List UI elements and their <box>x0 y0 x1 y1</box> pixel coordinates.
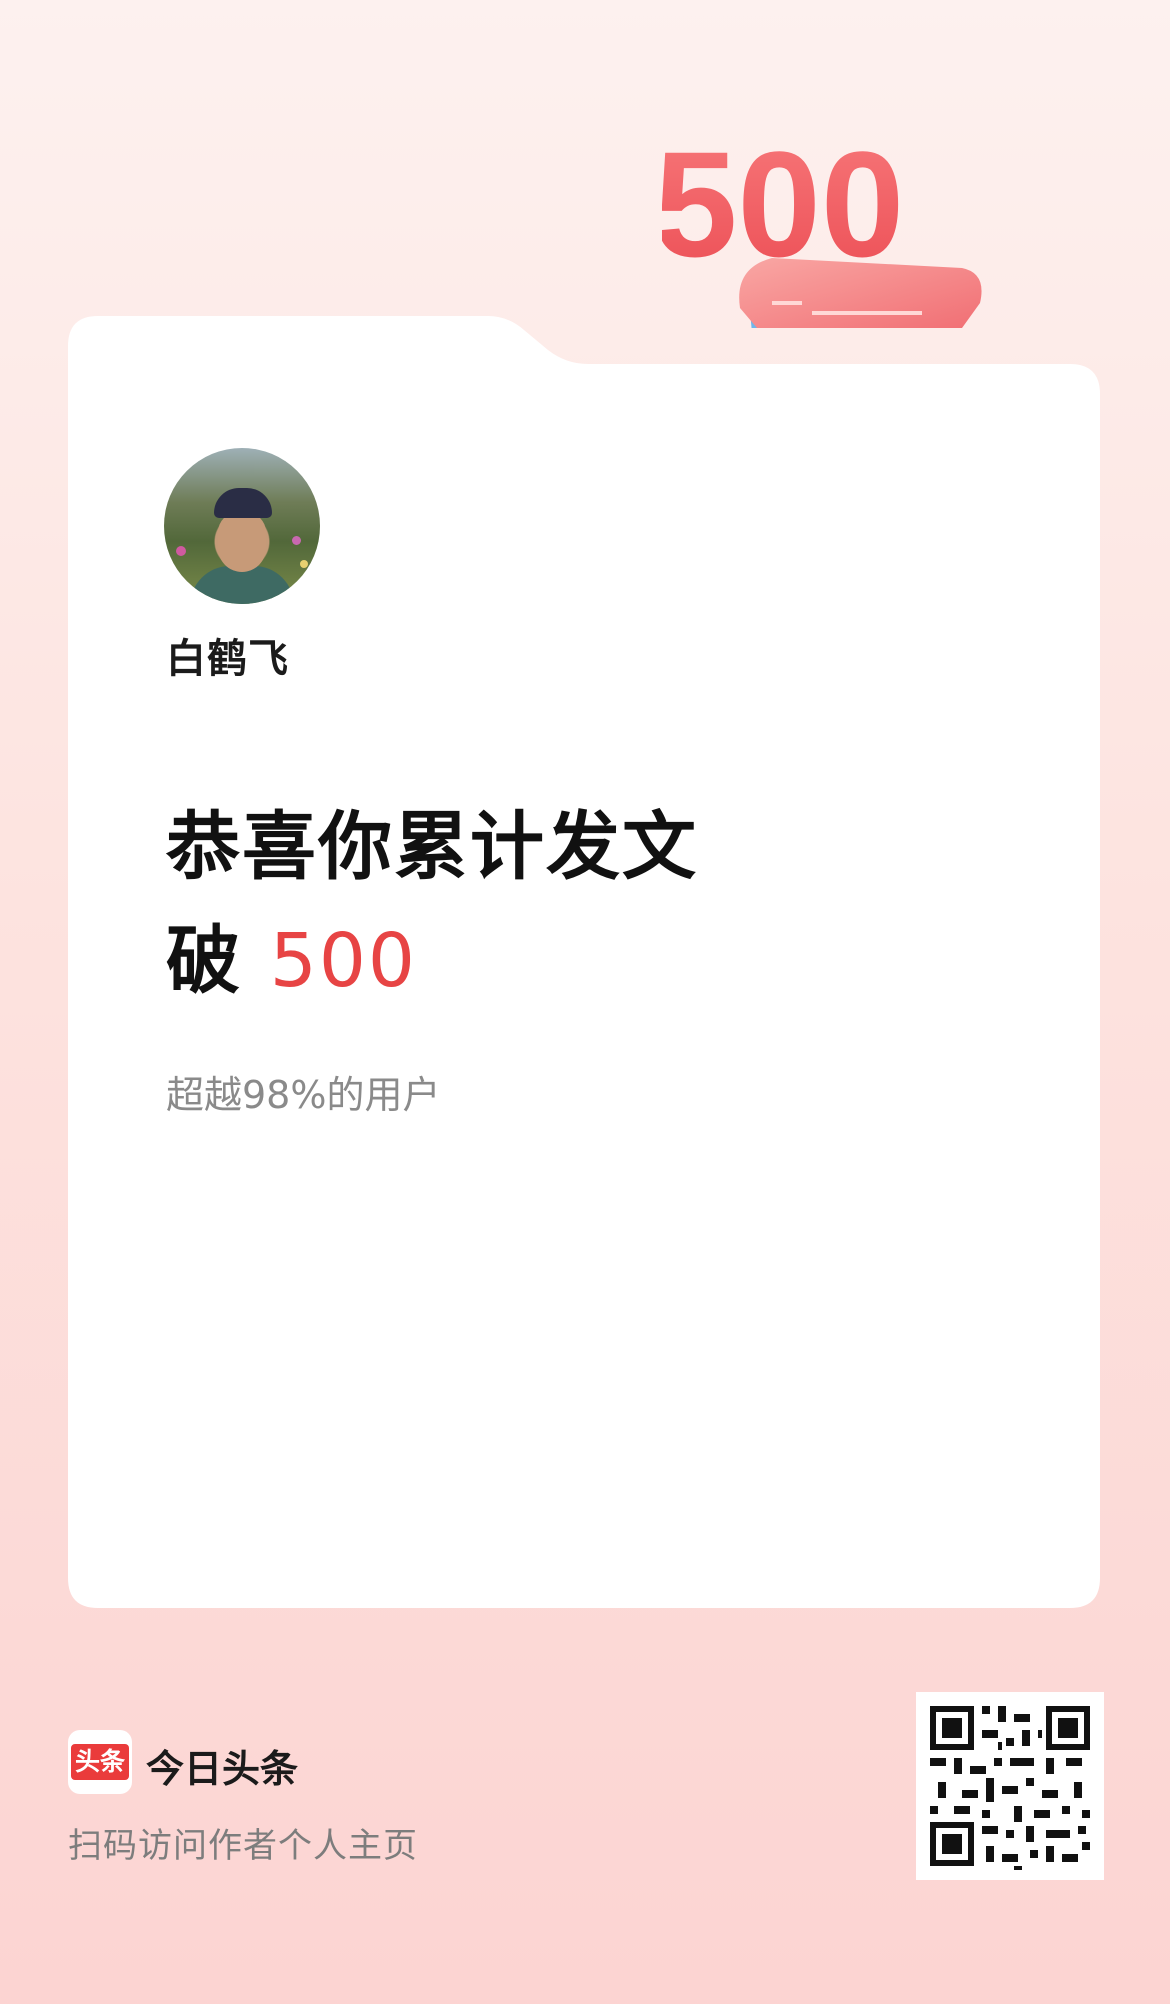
toutiao-logo: 头条 <box>68 1730 132 1794</box>
milestone-500-graphic: 500 <box>662 128 982 328</box>
qr-code[interactable] <box>916 1692 1104 1880</box>
author-avatar[interactable] <box>164 448 320 604</box>
rank-text: 超越98%的用户 <box>166 1073 441 1117</box>
headline-line1: 恭喜你累计发文 <box>166 804 698 890</box>
app-name: 今日头条 <box>146 1747 299 1791</box>
logo-text: 头条 <box>70 1744 129 1780</box>
author-name: 白鹤飞 <box>166 636 289 682</box>
headline-line2: 破 500 <box>166 904 698 1018</box>
headline-prefix: 破 <box>166 918 242 1004</box>
headline-number: 500 <box>269 918 418 1004</box>
achievement-headline: 恭喜你累计发文 破 500 <box>166 790 698 1018</box>
scan-hint: 扫码访问作者个人主页 <box>68 1826 418 1866</box>
qr-code-pattern <box>916 1692 1104 1880</box>
big-500-text: 500 <box>662 128 904 288</box>
